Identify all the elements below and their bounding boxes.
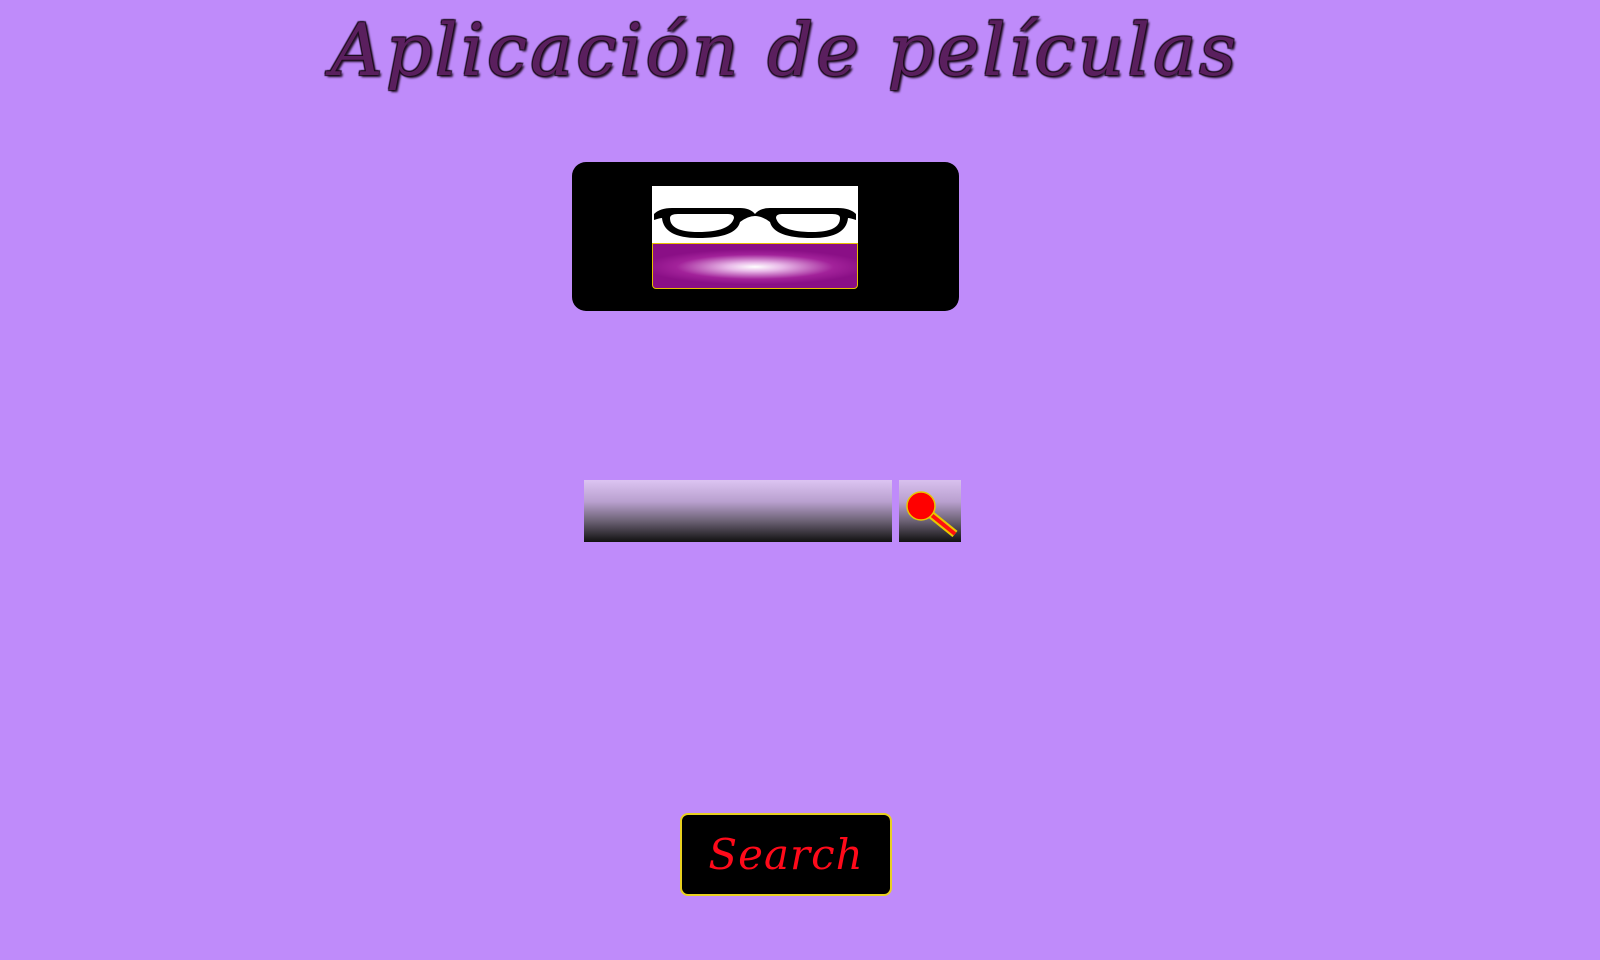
logo-glow-panel xyxy=(652,243,858,289)
logo-image xyxy=(652,186,858,289)
logo xyxy=(572,162,959,311)
search-input[interactable] xyxy=(584,480,892,542)
page-title: Aplicación de películas xyxy=(330,8,1240,92)
glasses-icon xyxy=(654,208,856,238)
magnifier-icon xyxy=(906,491,958,538)
search-button[interactable]: Search xyxy=(680,813,892,896)
search-icon-button[interactable] xyxy=(899,480,961,542)
logo-glasses-panel xyxy=(652,186,858,243)
